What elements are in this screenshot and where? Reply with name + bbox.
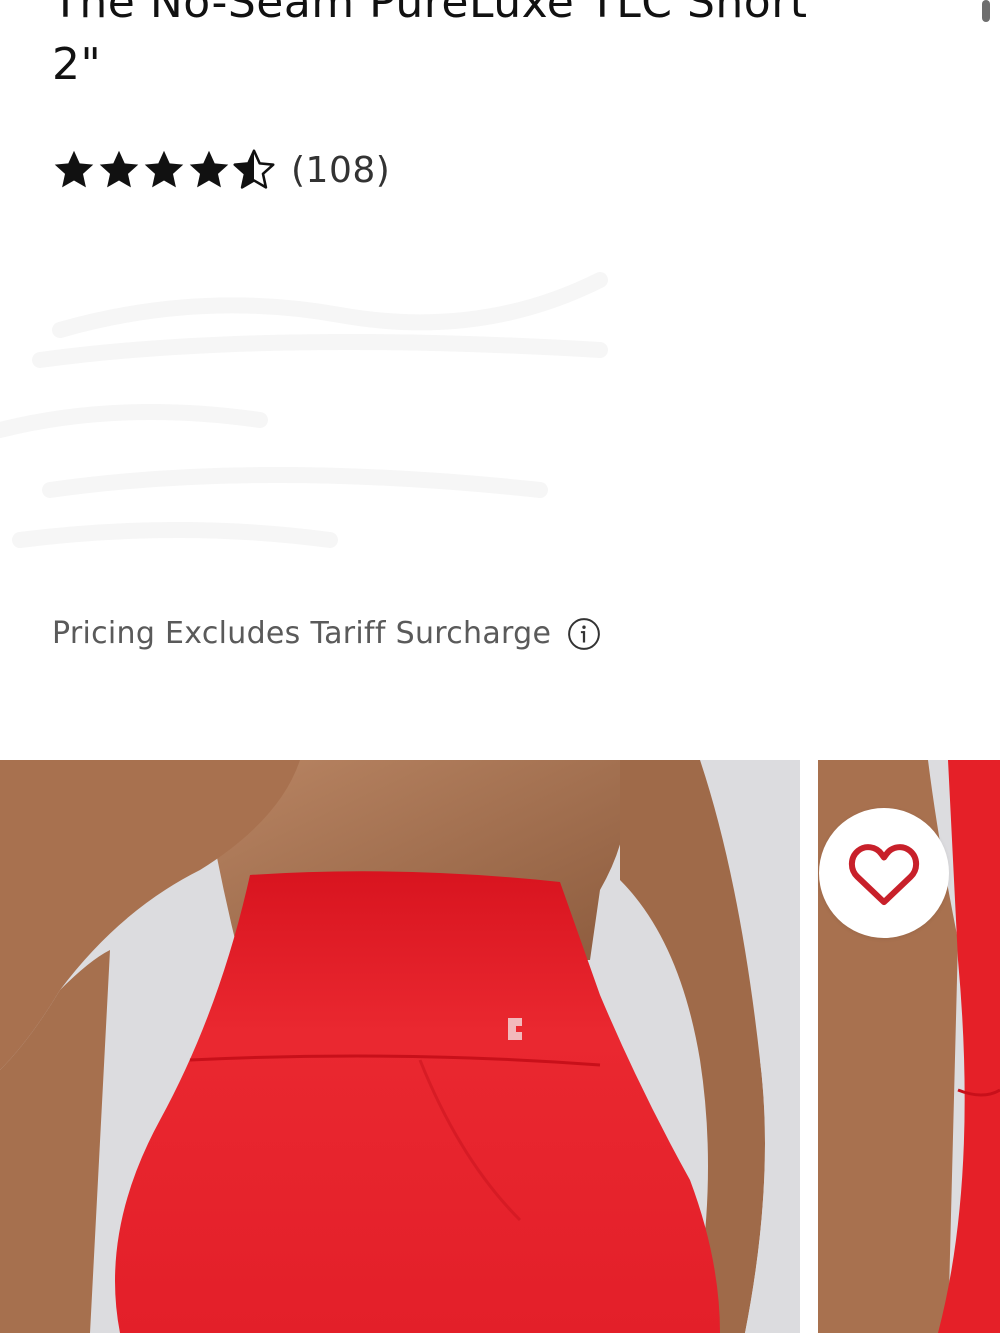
tariff-pricing-note: Pricing Excludes Tariff Surcharge: [52, 616, 601, 651]
star-icon: [189, 150, 229, 188]
product-title-line-2: 2": [52, 39, 102, 90]
product-image-main[interactable]: [0, 760, 800, 1333]
star-half-icon: [233, 149, 275, 189]
star-icon: [54, 150, 94, 188]
wishlist-button[interactable]: [819, 808, 949, 938]
review-count[interactable]: (108): [291, 150, 390, 191]
product-photo: [0, 760, 800, 1333]
scrollbar-thumb[interactable]: [982, 0, 990, 22]
product-rating[interactable]: (108): [52, 146, 390, 194]
product-title-line-1: The No-Seam PureLuxe TLC Short: [52, 0, 808, 28]
star-icon: [99, 150, 139, 188]
info-icon[interactable]: [567, 617, 601, 651]
pricing-note-text: Pricing Excludes Tariff Surcharge: [52, 616, 552, 651]
heart-icon: [848, 844, 920, 906]
faded-price-area: [0, 220, 640, 580]
product-title: The No-Seam PureLuxe TLC Short 2": [52, 0, 932, 96]
star-icon: [144, 150, 184, 188]
star-rating: [52, 148, 277, 192]
